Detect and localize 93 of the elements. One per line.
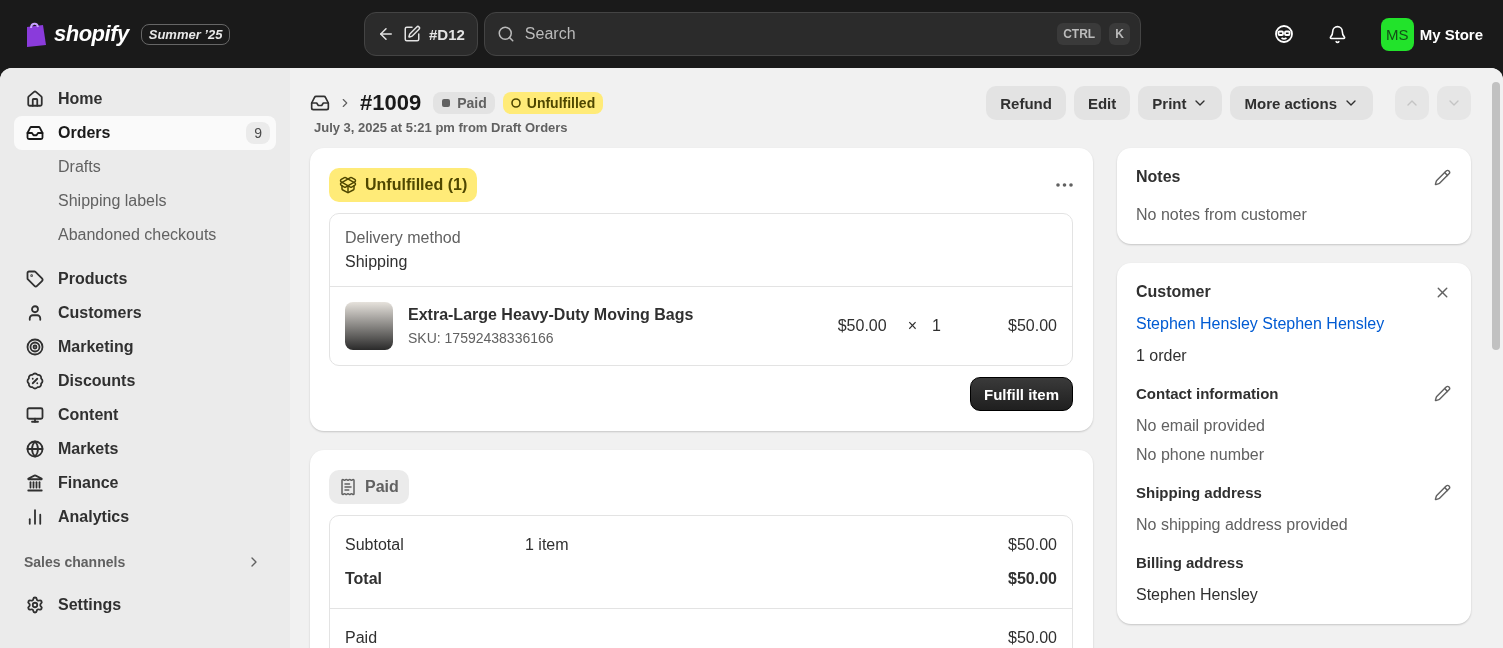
times-sign: × [907, 317, 917, 335]
ring-icon [510, 98, 521, 108]
status-badge: Unfulfilled [502, 92, 604, 114]
section-title: Contact information [1136, 385, 1279, 402]
photo-placeholder [345, 302, 393, 350]
sidebar-item[interactable]: Marketing [14, 330, 276, 364]
edit-button[interactable] [1434, 385, 1451, 402]
sidebar-item[interactable]: Finance [14, 466, 276, 500]
customer-name-link[interactable]: Stephen Hensley Stephen Hensley [1136, 315, 1451, 333]
settings-icon [26, 596, 44, 614]
ellipsis-icon [1056, 183, 1073, 187]
line-total: $50.00 [1007, 317, 1057, 335]
card-title: Customer [1136, 283, 1211, 301]
nav-icon [26, 90, 44, 108]
search-icon [496, 25, 515, 43]
sidebar-item[interactable]: Analytics [14, 500, 276, 534]
nav-icon [26, 304, 44, 322]
search-field[interactable]: Search [522, 24, 1050, 44]
info-line: No email provided [1136, 417, 1266, 435]
fulfillment-status-badge: Unfulfilled (1) [329, 168, 478, 202]
shortcut-key: CTRL [1057, 23, 1102, 45]
summary-label: Subtotal [345, 536, 405, 554]
fulfill-item-button[interactable]: Fulfill item [970, 377, 1073, 411]
product-name: Extra-Large Heavy-Duty Moving Bags [408, 306, 695, 324]
scrollbar-thumb[interactable] [1492, 82, 1500, 350]
status-badge: Paid [433, 92, 495, 114]
sidebar-item[interactable]: Customers [14, 296, 276, 330]
nav-icon [26, 508, 44, 526]
unit-price: $50.00 [837, 317, 887, 335]
sidebar-subitem[interactable]: Shipping labels [14, 184, 276, 218]
receipt-icon [339, 478, 357, 496]
shopping-bag-logo-icon [24, 20, 48, 48]
sidebar-subitem[interactable]: Drafts [14, 150, 276, 184]
store-menu-button[interactable]: MS My Store [1380, 17, 1483, 51]
back-to-draft-button[interactable]: #D12 [364, 12, 478, 56]
section-heading: Sales channels [24, 554, 126, 570]
summary-amount: $50.00 [1008, 629, 1057, 647]
card-title: Notes [1136, 168, 1181, 186]
face-icon[interactable] [1273, 24, 1294, 44]
notes-text: No notes from customer [1136, 206, 1308, 224]
order-date: July 3, 2025 at 5:21 pm from Draft Orders [314, 120, 569, 135]
sidebar-item[interactable]: Home [14, 82, 276, 116]
menu-button[interactable]: Print [1138, 86, 1223, 120]
edit-button[interactable] [1434, 168, 1451, 186]
inbox-icon[interactable] [310, 93, 330, 113]
delivery-label: Delivery method [345, 229, 462, 247]
sidebar-item[interactable]: Discounts [14, 364, 276, 398]
nav-icon [26, 406, 44, 424]
summary-amount: $50.00 [1008, 536, 1057, 554]
info-line: No phone number [1136, 446, 1266, 464]
nav-icon [26, 270, 44, 288]
summary-detail: 1 item [525, 536, 570, 554]
package-icon [339, 176, 357, 194]
search-bar[interactable]: Search CTRL K [483, 12, 1141, 56]
action-button[interactable]: Edit [1073, 86, 1131, 120]
nav-icon [26, 474, 44, 492]
payment-status-badge: Paid [329, 470, 409, 504]
product-sku: SKU: 17592438336166 [408, 330, 555, 346]
address-line: Stephen Hensley [1136, 586, 1259, 604]
sidebar-item[interactable]: Settings [14, 588, 276, 622]
pencil-icon [1434, 168, 1451, 186]
edit-square-icon [403, 25, 421, 43]
bell-icon[interactable] [1327, 24, 1347, 44]
section-title: Shipping address [1136, 484, 1262, 501]
count-badge: 9 [246, 122, 270, 144]
action-button[interactable]: Refund [986, 86, 1066, 120]
order-title: #1009 [360, 90, 422, 116]
section-title: Billing address [1136, 554, 1244, 571]
more-options-button[interactable] [1056, 183, 1073, 187]
order-count: 1 order [1136, 347, 1188, 365]
summary-label: Paid [345, 629, 379, 647]
delivery-value: Shipping [345, 253, 409, 271]
sidebar-item[interactable]: Markets [14, 432, 276, 466]
menu-button[interactable]: More actions [1230, 86, 1373, 120]
quantity: 1 [932, 317, 942, 335]
shortcut-key: K [1109, 23, 1130, 45]
sidebar-item[interactable]: Content [14, 398, 276, 432]
sidebar-item[interactable]: Products [14, 262, 276, 296]
sidebar-subitem[interactable]: Abandoned checkouts [14, 218, 276, 252]
nav-icon [26, 372, 44, 390]
logo-wordmark: shopify [54, 21, 129, 47]
edit-button[interactable] [1434, 484, 1451, 501]
nav-icon [26, 124, 44, 142]
summary-amount: $50.00 [1008, 570, 1057, 588]
pencil-icon [1434, 385, 1451, 402]
sidebar-item[interactable]: Orders 9 [14, 116, 276, 150]
info-line: No shipping address provided [1136, 516, 1349, 534]
summary-label: Total [345, 570, 384, 588]
pencil-icon [1434, 484, 1451, 501]
nav-icon [26, 440, 44, 458]
edition-badge: Summer ’25 [140, 23, 231, 45]
store-avatar: MS [1380, 17, 1414, 51]
nav-icon [26, 338, 44, 356]
